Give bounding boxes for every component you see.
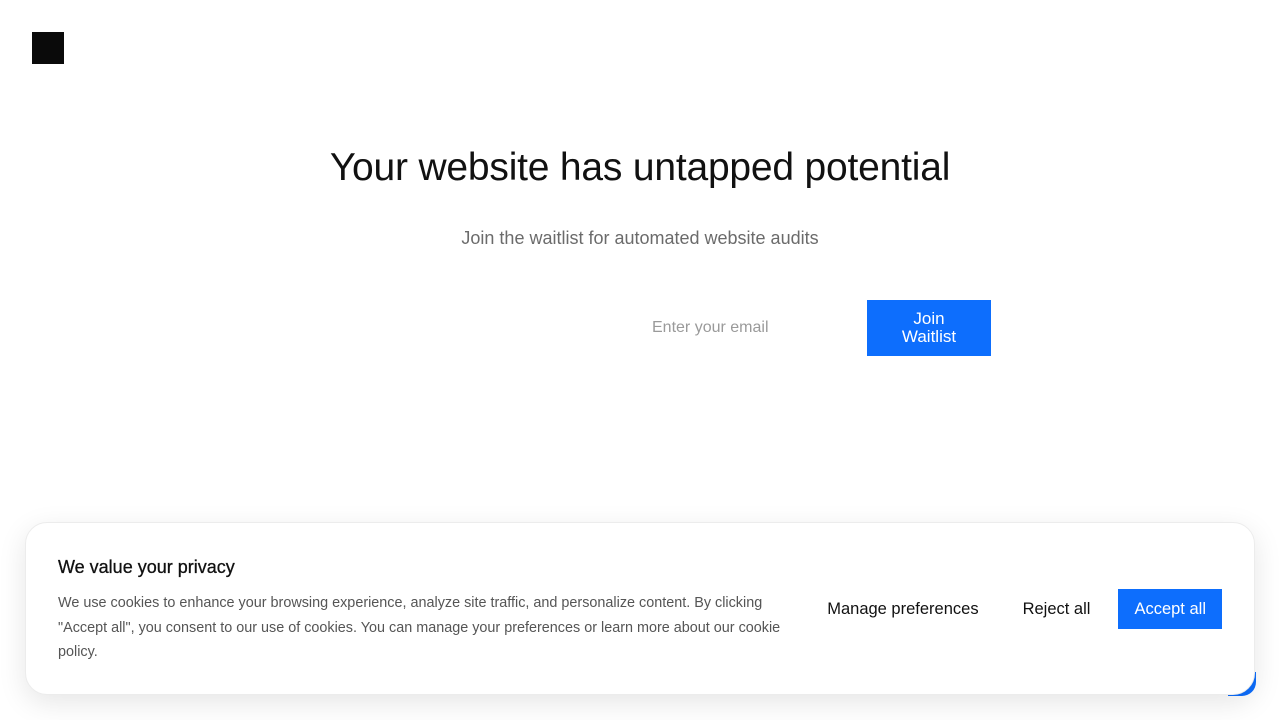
accept-all-button[interactable]: Accept all (1118, 589, 1222, 629)
page: Your website has untapped potential Join… (0, 0, 1280, 720)
waitlist-form: Join Waitlist (640, 300, 991, 356)
manage-preferences-button[interactable]: Manage preferences (811, 589, 994, 629)
cookie-banner-description: We use cookies to enhance your browsing … (58, 595, 781, 660)
hero-headline: Your website has untapped potential (329, 146, 951, 189)
cookie-actions: Manage preferences Reject all Accept all (811, 589, 1222, 629)
hero-subheadline: Join the waitlist for automated website … (461, 228, 819, 248)
cookie-banner: We value your privacy We use cookies to … (25, 522, 1255, 695)
join-waitlist-button[interactable]: Join Waitlist (867, 300, 991, 356)
email-input[interactable] (640, 300, 862, 356)
reject-all-button[interactable]: Reject all (1007, 589, 1107, 629)
cookie-banner-title: We value your privacy (58, 557, 235, 577)
brand-logo[interactable] (32, 32, 64, 64)
